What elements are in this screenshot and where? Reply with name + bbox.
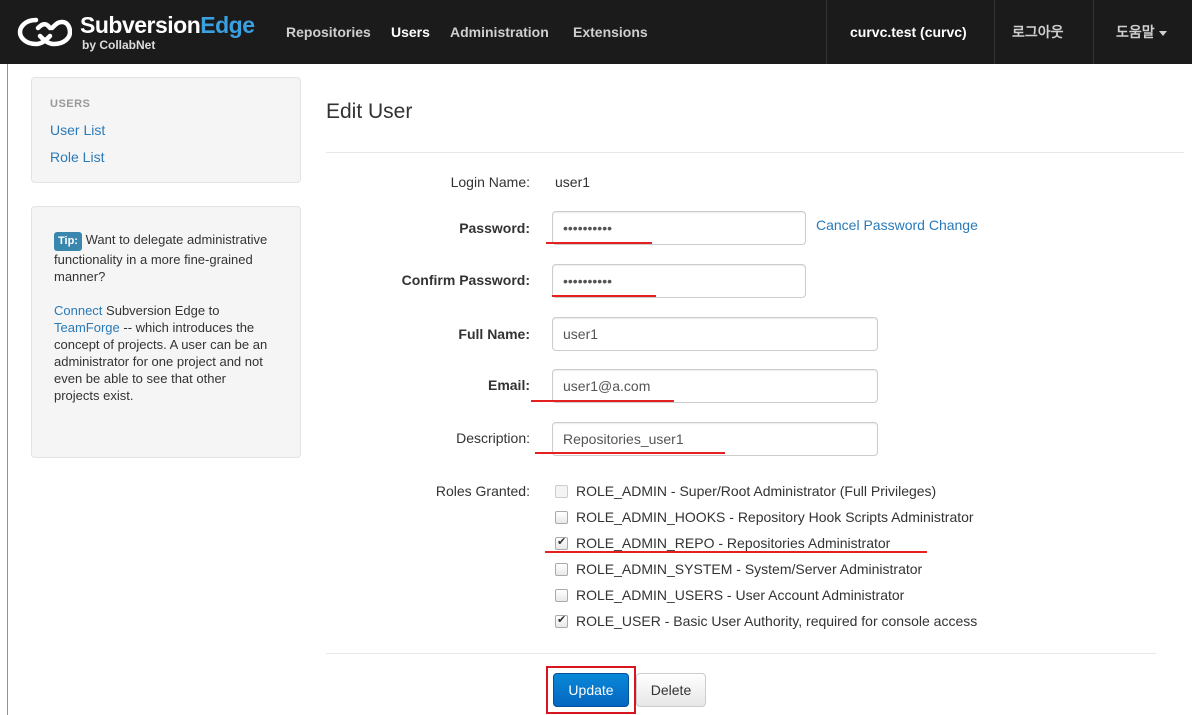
roles-granted-label: Roles Granted: xyxy=(435,483,530,499)
annotation-underline xyxy=(535,452,725,454)
nav-repositories[interactable]: Repositories xyxy=(286,0,371,64)
divider xyxy=(326,653,1156,654)
caret-down-icon xyxy=(1158,30,1167,36)
nav-divider xyxy=(994,0,995,64)
role-admin-hooks-label: ROLE_ADMIN_HOOKS - Repository Hook Scrip… xyxy=(576,509,974,525)
tip-text: Tip: Want to delegate administrative fun… xyxy=(54,231,274,421)
users-sidebar: USERS User List Role List xyxy=(31,77,301,183)
role-admin-repo-label: ROLE_ADMIN_REPO - Repositories Administr… xyxy=(576,535,891,551)
annotation-underline xyxy=(552,295,656,297)
role-admin-label: ROLE_ADMIN - Super/Root Administrator (F… xyxy=(576,483,937,499)
role-admin-repo-option[interactable]: ROLE_ADMIN_REPO - Repositories Administr… xyxy=(555,534,890,552)
nav-extensions[interactable]: Extensions xyxy=(573,0,648,64)
divider xyxy=(326,152,1184,153)
tip-box: Tip: Want to delegate administrative fun… xyxy=(31,206,301,458)
sidebar-item-role-list[interactable]: Role List xyxy=(50,149,104,165)
annotation-underline xyxy=(531,400,674,402)
login-name-value: user1 xyxy=(555,174,591,190)
nav-divider xyxy=(1093,0,1094,64)
role-admin-system-option[interactable]: ROLE_ADMIN_SYSTEM - System/Server Admini… xyxy=(555,560,922,578)
description-label: Description: xyxy=(456,430,530,446)
role-admin-users-option[interactable]: ROLE_ADMIN_USERS - User Account Administ… xyxy=(555,586,904,604)
role-admin-system-label: ROLE_ADMIN_SYSTEM - System/Server Admini… xyxy=(576,561,923,577)
annotation-underline xyxy=(546,242,652,244)
annotation-underline xyxy=(545,551,927,553)
role-user-label: ROLE_USER - Basic User Authority, requir… xyxy=(576,613,978,629)
nav-help-dropdown[interactable]: 도움말 xyxy=(1116,0,1167,64)
nav-current-user[interactable]: curvc.test (curvc) xyxy=(850,0,967,64)
update-button[interactable]: Update xyxy=(553,673,629,707)
password-input[interactable] xyxy=(552,211,806,245)
role-admin-users-label: ROLE_ADMIN_USERS - User Account Administ… xyxy=(576,587,905,603)
top-navbar: SubversionEdge by CollabNet Repositories… xyxy=(0,0,1192,64)
page-left-border xyxy=(7,64,8,715)
full-name-input[interactable] xyxy=(552,317,878,351)
full-name-label: Full Name: xyxy=(458,326,530,342)
brand-name: Subversion xyxy=(80,11,201,38)
nav-divider xyxy=(826,0,827,64)
description-input[interactable] xyxy=(552,422,878,456)
role-admin-hooks-option[interactable]: ROLE_ADMIN_HOOKS - Repository Hook Scrip… xyxy=(555,508,974,526)
tip-text-2: Subversion Edge to xyxy=(106,303,220,318)
brand-logo-link[interactable]: SubversionEdge by CollabNet xyxy=(16,8,255,56)
sidebar-item-user-list[interactable]: User List xyxy=(50,122,105,138)
teamforge-link[interactable]: TeamForge xyxy=(54,320,120,335)
cancel-password-change-link[interactable]: Cancel Password Change xyxy=(816,217,978,233)
login-name-label: Login Name: xyxy=(450,174,530,190)
confirm-password-input[interactable] xyxy=(552,264,806,298)
delete-button[interactable]: Delete xyxy=(636,673,706,707)
email-label: Email: xyxy=(487,377,530,393)
brand-name-accent: Edge xyxy=(200,11,255,38)
nav-users[interactable]: Users xyxy=(391,0,430,64)
nav-logout[interactable]: 로그아웃 xyxy=(1012,0,1064,64)
connect-link[interactable]: Connect xyxy=(54,303,102,318)
role-user-checkbox[interactable] xyxy=(555,613,568,628)
role-admin-checkbox[interactable] xyxy=(555,484,568,498)
role-admin-repo-checkbox[interactable] xyxy=(555,535,568,550)
email-input[interactable] xyxy=(552,369,878,403)
password-label: Password: xyxy=(459,220,530,236)
nav-help-label: 도움말 xyxy=(1116,24,1155,40)
brand-subtitle: by CollabNet xyxy=(82,37,156,52)
collabnet-logo-icon xyxy=(17,17,72,47)
page-title: Edit User xyxy=(326,100,413,123)
role-admin-system-checkbox[interactable] xyxy=(555,562,568,576)
sidebar-header: USERS xyxy=(50,98,91,110)
tip-text-1: Want to delegate administrative function… xyxy=(54,232,268,284)
role-admin-option[interactable]: ROLE_ADMIN - Super/Root Administrator (F… xyxy=(555,482,936,500)
role-user-option[interactable]: ROLE_USER - Basic User Authority, requir… xyxy=(555,612,977,630)
confirm-password-label: Confirm Password: xyxy=(401,272,530,288)
role-admin-hooks-checkbox[interactable] xyxy=(555,510,568,524)
tip-label: Tip: xyxy=(54,232,82,251)
nav-administration[interactable]: Administration xyxy=(450,0,549,64)
role-admin-users-checkbox[interactable] xyxy=(555,588,568,602)
